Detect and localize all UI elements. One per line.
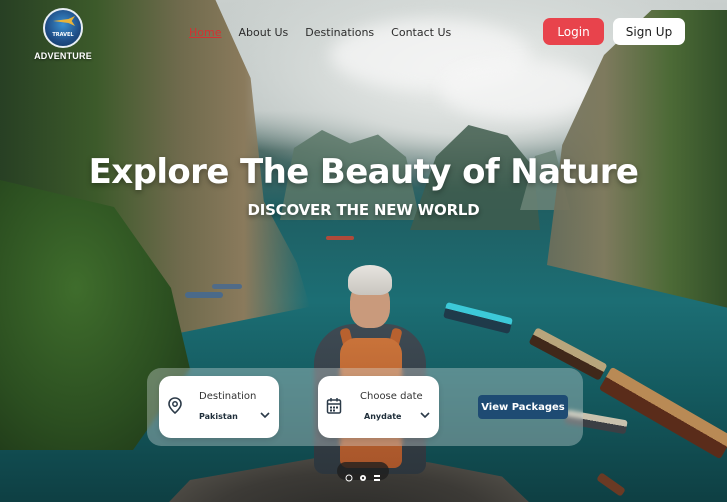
chevron-down-icon [420, 412, 430, 419]
boat [443, 302, 513, 334]
logo-badge-icon: TRAVEL [43, 8, 83, 48]
nav-item-about-us[interactable]: About Us [238, 26, 288, 39]
date-value: Anydate [364, 412, 402, 421]
traveler-cap [348, 265, 392, 295]
boat [596, 472, 626, 497]
boat [185, 292, 223, 298]
hero-subtitle: DISCOVER THE NEW WORLD [247, 201, 480, 219]
brand-name: ADVENTURE [34, 51, 92, 61]
boat [598, 366, 727, 460]
sign-up-button[interactable]: Sign Up [613, 18, 685, 45]
grid-icon[interactable] [373, 467, 381, 481]
nav-item-home[interactable]: Home [189, 26, 221, 39]
map-pin-icon [168, 397, 182, 415]
main-nav: Home About Us Destinations Contact Us [189, 26, 468, 39]
nav-item-destinations[interactable]: Destinations [305, 26, 374, 39]
hero-section: TRAVEL ADVENTURE Home About Us Destinati… [0, 0, 727, 502]
cloud [440, 60, 600, 120]
boat [212, 284, 242, 289]
brand-logo[interactable]: TRAVEL ADVENTURE [33, 8, 93, 61]
chat-icon[interactable] [345, 467, 353, 482]
logo-badge-text: TRAVEL [52, 32, 74, 38]
login-button[interactable]: Login [543, 18, 604, 45]
calendar-icon [326, 398, 342, 414]
boat [326, 236, 354, 240]
destination-value: Pakistan [199, 412, 238, 421]
date-select[interactable]: Choose date Anydate [318, 376, 439, 438]
destination-label: Destination [199, 391, 257, 402]
destination-select[interactable]: Destination Pakistan [159, 376, 279, 438]
view-packages-button[interactable]: View Packages [478, 395, 568, 419]
hero-title: Explore The Beauty of Nature [88, 152, 639, 192]
floating-toolbar [337, 462, 389, 482]
plane-icon [53, 16, 75, 26]
nav-item-contact-us[interactable]: Contact Us [391, 26, 451, 39]
settings-icon[interactable] [359, 467, 367, 481]
date-label: Choose date [360, 391, 423, 402]
chevron-down-icon [260, 412, 270, 419]
